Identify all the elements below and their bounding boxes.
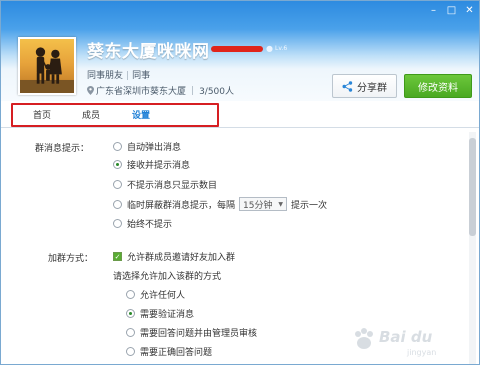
group-category: 同事朋友 | 同事 [87, 68, 150, 81]
option-label: 需要验证消息 [140, 310, 195, 320]
tab-members[interactable]: 成员 [82, 108, 100, 121]
radio-answer-correct[interactable] [126, 347, 135, 356]
option-never-notify[interactable]: 始终不提示 [113, 217, 172, 230]
radio-require-verify[interactable] [126, 309, 135, 318]
scrollbar-thumb[interactable] [469, 138, 476, 236]
option-label: 临时屏蔽群消息提示，每隔 [127, 200, 236, 211]
tab-home[interactable]: 首页 [33, 108, 51, 121]
option-receive-notify[interactable]: 接收并提示消息 [113, 158, 190, 171]
option-allow-invite[interactable]: ✓ 允许群成员邀请好友加入群 [113, 250, 235, 263]
option-temp-mute[interactable]: 临时屏蔽群消息提示，每隔 15分钟 ▼ 提示一次 [113, 197, 327, 211]
category-main: 同事朋友 [87, 71, 124, 81]
window-controls: – □ ✕ [428, 5, 475, 16]
level-text: Lv.6 [275, 45, 288, 52]
option-answer-admin[interactable]: 需要回答问题并由管理员审核 [126, 326, 257, 339]
group-location-line: 广东省深圳市葵东大厦 | 3/500人 [87, 84, 234, 97]
radio-count-only[interactable] [113, 180, 122, 189]
option-allow-anyone[interactable]: 允许任何人 [126, 288, 185, 301]
choose-method-label: 请选择允许加入该群的方式 [113, 272, 222, 282]
family-photo [20, 47, 74, 93]
option-label: 自动弹出消息 [127, 143, 182, 153]
group-location: 广东省深圳市葵东大厦 [96, 87, 187, 97]
location-pin-icon [87, 86, 94, 95]
share-group-button[interactable]: 分享群 [332, 74, 397, 98]
radio-receive-notify[interactable] [113, 160, 122, 169]
option-label: 始终不提示 [127, 220, 173, 230]
interval-select[interactable]: 15分钟 ▼ [239, 197, 288, 211]
option-label: 需要正确回答问题 [140, 348, 213, 358]
chevron-down-icon: ▼ [278, 200, 284, 208]
minimize-icon[interactable]: – [428, 5, 439, 16]
option-count-only[interactable]: 不提示消息只显示数目 [113, 178, 217, 191]
group-avatar[interactable] [18, 37, 76, 95]
option-label: 接收并提示消息 [127, 161, 191, 171]
maximize-icon[interactable]: □ [446, 5, 457, 16]
group-name: 葵东大厦咪咪网 [87, 42, 210, 62]
option-require-verify[interactable]: 需要验证消息 [126, 307, 194, 320]
option-auto-popup[interactable]: 自动弹出消息 [113, 140, 181, 153]
radio-auto-popup[interactable] [113, 142, 122, 151]
radio-allow-anyone[interactable] [126, 290, 135, 299]
member-count: 3/500人 [199, 87, 234, 97]
option-label: 需要回答问题并由管理员审核 [140, 329, 258, 339]
tab-bar: 首页 成员 设置 [1, 101, 479, 128]
category-divider: | [126, 71, 130, 81]
option-answer-correct[interactable]: 需要正确回答问题 [126, 345, 212, 358]
redacted-mark [211, 46, 263, 52]
active-tab-indicator [125, 125, 171, 127]
edit-profile-button[interactable]: 修改资料 [404, 74, 472, 98]
category-sub: 同事 [132, 71, 151, 81]
vertical-scrollbar[interactable] [469, 132, 476, 364]
share-group-label: 分享群 [357, 82, 387, 94]
interval-select-value: 15分钟 [243, 200, 273, 211]
location-divider: | [191, 85, 195, 96]
option-suffix: 提示一次 [291, 200, 328, 211]
close-icon[interactable]: ✕ [464, 5, 475, 16]
radio-answer-admin[interactable] [126, 328, 135, 337]
option-label: 不提示消息只显示数目 [127, 181, 218, 191]
option-label: 允许群成员邀请好友加入群 [127, 253, 236, 263]
level-drop-icon: ● [266, 44, 273, 53]
message-prompt-label: 群消息提示： [35, 144, 90, 154]
share-icon [342, 80, 353, 92]
allow-invite-checkbox[interactable]: ✓ [113, 252, 122, 261]
option-label: 允许任何人 [140, 291, 186, 301]
radio-temp-mute[interactable] [113, 199, 122, 209]
group-settings-window: – □ ✕ 葵东大厦咪咪网 ● Lv.6 同事朋友 | 同事 广东省深圳市葵东大… [0, 0, 480, 365]
tab-settings[interactable]: 设置 [132, 108, 150, 121]
radio-never-notify[interactable] [113, 219, 122, 228]
header-banner: – □ ✕ 葵东大厦咪咪网 ● Lv.6 同事朋友 | 同事 广东省深圳市葵东大… [1, 1, 479, 101]
join-method-label: 加群方式： [48, 254, 94, 264]
